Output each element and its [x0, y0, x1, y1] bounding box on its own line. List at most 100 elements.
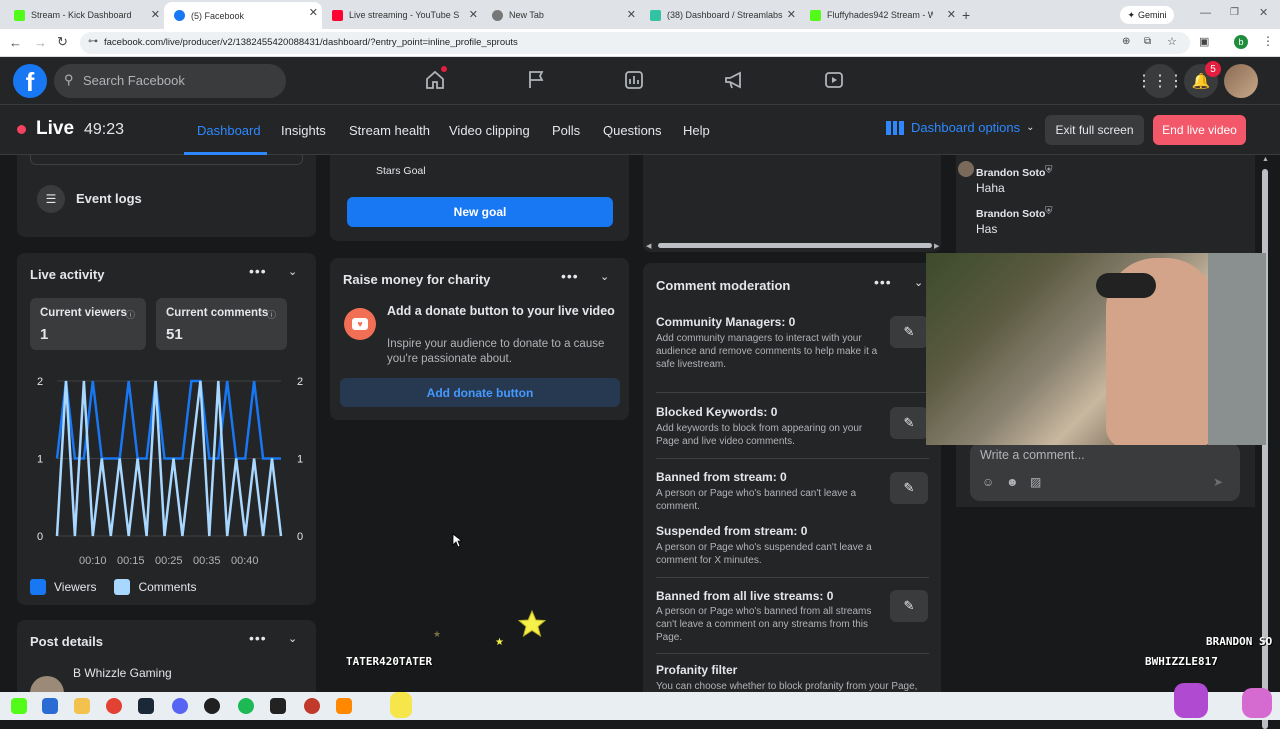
steam-taskbar-icon[interactable] [138, 698, 154, 714]
tab-stream-health[interactable]: Stream health [349, 123, 430, 138]
chevron-down-icon[interactable]: ⌄ [914, 276, 923, 289]
streamlabs-taskbar-icon[interactable] [304, 698, 320, 714]
kick-taskbar-icon[interactable] [11, 698, 27, 714]
add-donate-button[interactable]: Add donate button [340, 378, 620, 407]
tab-streamlabs[interactable]: (38) Dashboard / Streamlabs ✕ [640, 4, 800, 26]
more-options-icon[interactable]: ••• [874, 274, 892, 290]
restore-icon[interactable]: ❐ [1230, 7, 1239, 18]
moderator-badge-icon: ⛨ [1045, 165, 1053, 176]
end-live-video-button[interactable]: End live video [1153, 115, 1246, 145]
profile-avatar[interactable]: b [1234, 35, 1248, 49]
legend-viewers-swatch [30, 579, 46, 595]
chrome-icon [492, 9, 503, 21]
tab-polls[interactable]: Polls [552, 123, 580, 138]
write-comment-box[interactable]: Write a comment... ☺ ☻ ▨ ➤ [970, 443, 1240, 501]
megaphone-icon[interactable] [724, 70, 746, 95]
edit-pencil-icon[interactable]: ✎ [890, 472, 928, 504]
window-close-icon[interactable]: ✕ [1259, 6, 1268, 19]
live-producer-bar: Live 49:23 Dashboard Insights Stream hea… [0, 105, 1280, 155]
edit-pencil-icon[interactable]: ✎ [890, 407, 928, 439]
dashboard-options-button[interactable]: Dashboard options ⌄ [886, 120, 1035, 135]
columns-icon [886, 120, 904, 135]
comment-moderation-title: Comment moderation [656, 278, 791, 293]
page-name[interactable]: B Whizzle Gaming [73, 666, 172, 680]
avatar-sticker-icon[interactable]: ☺ [982, 475, 994, 489]
event-logs-link[interactable]: Event logs [76, 191, 142, 206]
close-icon[interactable]: ✕ [151, 8, 160, 21]
info-icon[interactable]: ⓘ [267, 308, 276, 321]
chart-legend: Viewers Comments [30, 579, 196, 595]
video-icon[interactable] [824, 70, 844, 95]
exit-fullscreen-button[interactable]: Exit full screen [1045, 115, 1144, 145]
reload-icon[interactable]: ↻ [57, 34, 68, 50]
install-icon[interactable]: ⧉ [1144, 36, 1151, 47]
sparkle-icon: ★ [433, 629, 442, 639]
horizontal-scrollbar[interactable]: ◀ ▶ [646, 242, 939, 250]
discord-taskbar-icon[interactable] [172, 698, 188, 714]
chrome-taskbar-icon[interactable] [106, 698, 122, 714]
minimize-icon[interactable]: — [1200, 7, 1211, 19]
folder-taskbar-icon[interactable] [74, 698, 90, 714]
forward-icon[interactable]: → [34, 35, 47, 50]
tab-new[interactable]: New Tab ✕ [482, 4, 640, 26]
tab-video-clipping[interactable]: Video clipping [449, 123, 530, 138]
chevron-down-icon[interactable]: ⌄ [600, 270, 609, 283]
tab-dashboard[interactable]: Dashboard [197, 123, 261, 138]
tab-kick[interactable]: Stream - Kick Dashboard ✕ [4, 4, 164, 26]
close-icon[interactable]: ✕ [627, 8, 636, 21]
edit-pencil-icon[interactable]: ✎ [890, 590, 928, 622]
close-icon[interactable]: ✕ [469, 8, 478, 21]
apps-grid-icon[interactable]: ⋮⋮⋮ [1136, 64, 1184, 98]
window-blinds [1208, 253, 1266, 445]
spotify-taskbar-icon[interactable] [238, 698, 254, 714]
send-icon[interactable]: ➤ [1213, 475, 1223, 489]
site-info-icon[interactable]: ⊶ [88, 36, 98, 47]
tab-questions[interactable]: Questions [603, 123, 662, 138]
close-icon[interactable]: ✕ [947, 8, 956, 21]
vlc-taskbar-icon[interactable] [336, 698, 352, 714]
menu-kebab-icon[interactable]: ⋮ [1262, 34, 1274, 48]
capcut-taskbar-icon[interactable] [270, 698, 286, 714]
mascot-sticker-icon [1174, 683, 1208, 718]
sticker-icon[interactable]: ▨ [1030, 475, 1041, 489]
flag-icon[interactable] [526, 70, 546, 95]
tab-kick-2[interactable]: Fluffyhades942 Stream - W ✕ [800, 4, 960, 26]
close-icon[interactable]: ✕ [787, 8, 796, 21]
star-icon [517, 609, 547, 638]
overlay-username: TATER420TATER [346, 655, 433, 668]
new-goal-button[interactable]: New goal [347, 197, 613, 227]
facebook-logo[interactable]: f [13, 64, 47, 98]
tab-youtube[interactable]: Live streaming - YouTube Studio✕ [322, 4, 482, 26]
comment-author[interactable]: Brandon Soto [976, 167, 1045, 179]
tab-help[interactable]: Help [683, 123, 710, 138]
chevron-down-icon[interactable]: ⌄ [288, 265, 297, 278]
comment-author[interactable]: Brandon Soto [976, 208, 1045, 220]
back-icon[interactable]: ← [9, 35, 22, 50]
chevron-down-icon[interactable]: ⌄ [288, 632, 297, 645]
more-options-icon[interactable]: ••• [561, 268, 579, 284]
home-icon[interactable] [424, 66, 447, 96]
divider [656, 577, 929, 578]
obs-taskbar-icon[interactable] [204, 698, 220, 714]
new-tab-icon[interactable]: + [962, 7, 970, 23]
url-field[interactable]: ⊶ facebook.com/live/producer/v2/13824554… [80, 32, 1190, 54]
account-avatar[interactable] [1224, 64, 1258, 98]
search-input[interactable]: ⚲ Search Facebook [54, 64, 286, 98]
tab-facebook[interactable]: (5) Facebook ✕ [164, 2, 322, 29]
live-activity-chart: 0 0 1 1 2 2 00:10 00:15 00:25 00:35 00:40 [37, 376, 303, 567]
charity-title: Raise money for charity [343, 272, 491, 287]
more-options-icon[interactable]: ••• [249, 630, 267, 646]
more-options-icon[interactable]: ••• [249, 263, 267, 279]
facebook-header: f ⚲ Search Facebook ⋮⋮⋮ 🔔 5 [0, 57, 1280, 105]
explorer-taskbar-icon[interactable] [42, 698, 58, 714]
info-icon[interactable]: ⓘ [126, 308, 135, 321]
emoji-icon[interactable]: ☻ [1006, 475, 1019, 489]
bookmark-star-icon[interactable]: ☆ [1167, 35, 1177, 48]
gemini-button[interactable]: ✦ Gemini [1120, 6, 1174, 24]
tab-insights[interactable]: Insights [281, 123, 326, 138]
close-icon[interactable]: ✕ [309, 6, 318, 19]
edit-pencil-icon[interactable]: ✎ [890, 316, 928, 348]
insights-icon[interactable] [624, 70, 644, 95]
zoom-icon[interactable]: ⊕ [1122, 36, 1130, 47]
side-panel-icon[interactable]: ▣ [1199, 35, 1209, 48]
